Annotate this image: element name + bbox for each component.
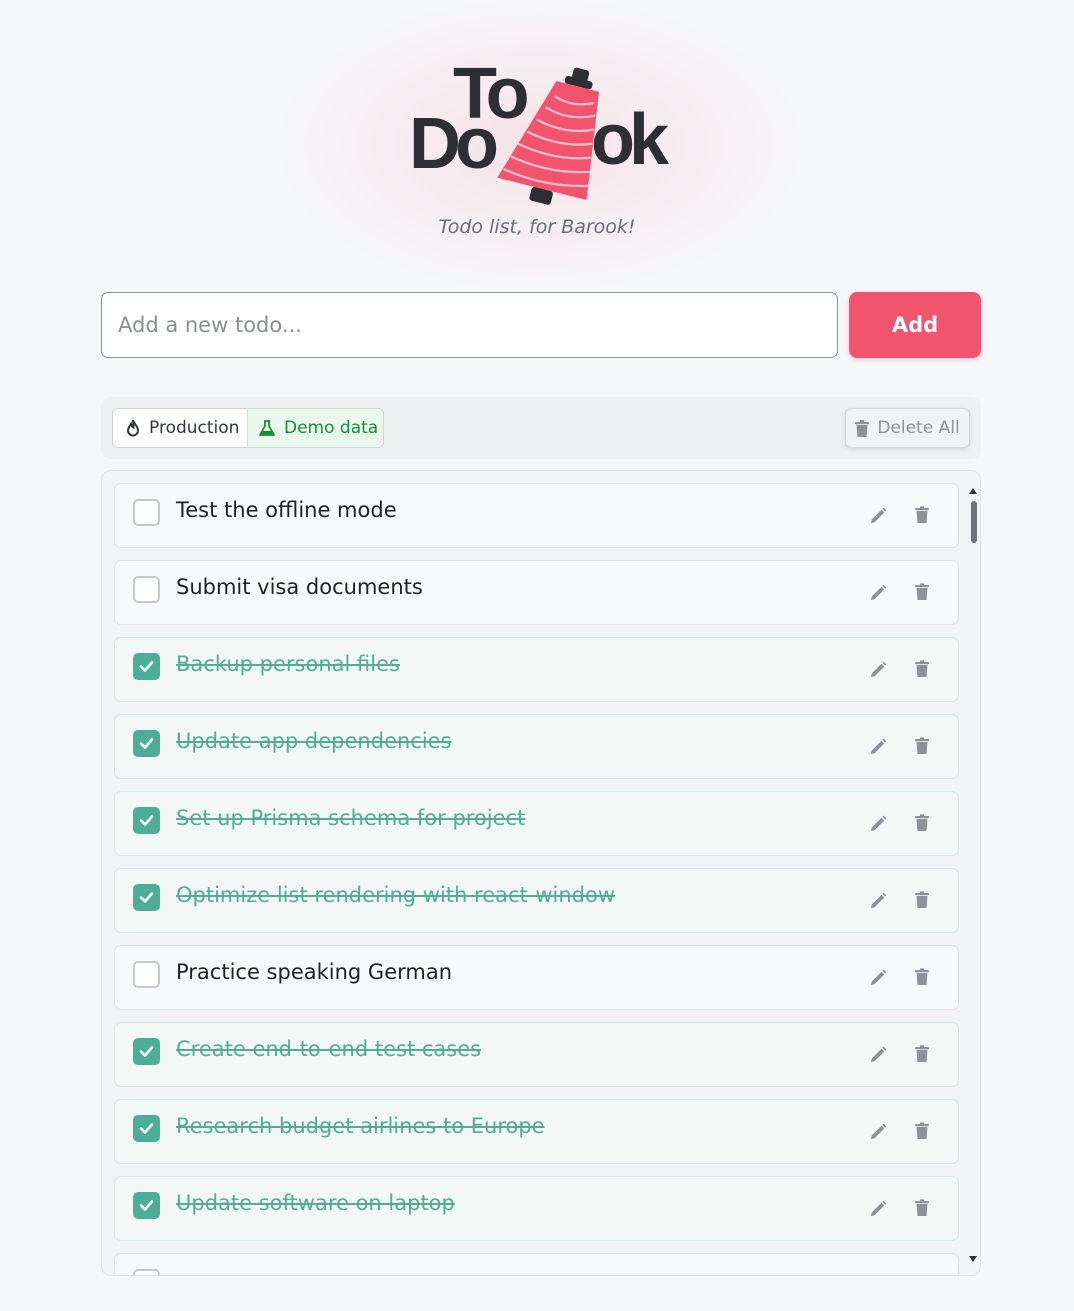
svg-text:ok: ok — [591, 100, 670, 180]
trash-icon[interactable] — [914, 814, 930, 832]
todo-item — [114, 1253, 959, 1275]
delete-all-label: Delete All — [877, 418, 960, 438]
trash-icon[interactable] — [914, 968, 930, 986]
checkmark-icon — [139, 661, 154, 672]
todo-checkbox[interactable] — [133, 961, 160, 988]
checkmark-icon — [139, 738, 154, 749]
checkmark-icon — [139, 1046, 154, 1057]
scrollbar[interactable] — [960, 471, 980, 1275]
todo-item: Practice speaking German — [114, 945, 959, 1010]
todo-item: Update software on laptop — [114, 1176, 959, 1241]
trash-icon[interactable] — [914, 506, 930, 524]
pencil-icon[interactable] — [868, 583, 888, 603]
todo-checkbox[interactable] — [133, 499, 160, 526]
todo-text[interactable]: Research budget airlines to Europe — [176, 1114, 545, 1138]
svg-text:Do: Do — [409, 104, 497, 184]
todo-item: Set up Prisma schema for project — [114, 791, 959, 856]
pencil-icon[interactable] — [868, 891, 888, 911]
pencil-icon[interactable] — [868, 968, 888, 988]
pencil-icon[interactable] — [868, 1122, 888, 1142]
todo-text[interactable]: Test the offline mode — [176, 498, 397, 522]
trash-icon[interactable] — [914, 1045, 930, 1063]
todo-text[interactable]: Submit visa documents — [176, 575, 423, 599]
demo-mode-label: Demo data — [284, 418, 379, 438]
new-todo-input[interactable] — [101, 292, 838, 358]
todo-item: Research budget airlines to Europe — [114, 1099, 959, 1164]
scroll-down-arrow-icon[interactable] — [968, 1255, 978, 1263]
trash-icon — [855, 419, 870, 437]
trash-icon[interactable] — [914, 1199, 930, 1217]
todo-item: Update app dependencies — [114, 714, 959, 779]
data-mode-toggle: Production Demo data — [112, 408, 384, 448]
pencil-icon[interactable] — [868, 506, 888, 526]
trash-icon[interactable] — [914, 660, 930, 678]
app-logo: To Do ok — [409, 54, 676, 205]
trash-icon[interactable] — [914, 737, 930, 755]
todo-item: Optimize list rendering with react-windo… — [114, 868, 959, 933]
todo-checkbox[interactable] — [133, 730, 160, 757]
flame-icon — [126, 419, 140, 437]
trash-icon[interactable] — [914, 583, 930, 601]
add-button[interactable]: Add — [849, 292, 981, 358]
todo-item: Create end-to-end test cases — [114, 1022, 959, 1087]
scroll-up-arrow-icon[interactable] — [968, 487, 978, 495]
todo-checkbox[interactable] — [133, 1192, 160, 1219]
pencil-icon[interactable] — [868, 737, 888, 757]
scrollbar-thumb[interactable] — [971, 501, 977, 543]
toolbar: Production Demo data Delete All — [101, 397, 981, 459]
pencil-icon[interactable] — [868, 660, 888, 680]
delete-all-button[interactable]: Delete All — [845, 408, 970, 448]
todo-text[interactable]: Update software on laptop — [176, 1191, 455, 1215]
todo-checkbox[interactable] — [133, 1115, 160, 1142]
todo-checkbox[interactable] — [133, 884, 160, 911]
checkmark-icon — [139, 815, 154, 826]
todo-checkbox[interactable] — [133, 807, 160, 834]
todo-list-container[interactable]: Test the offline mode Submit visa documen… — [101, 470, 981, 1276]
todo-text[interactable]: Set up Prisma schema for project — [176, 806, 525, 830]
trash-icon[interactable] — [914, 1122, 930, 1140]
todo-text[interactable]: Create end-to-end test cases — [176, 1037, 481, 1061]
checkmark-icon — [139, 1200, 154, 1211]
checkmark-icon — [139, 1123, 154, 1134]
demo-mode-button[interactable]: Demo data — [248, 409, 383, 447]
todo-checkbox[interactable] — [133, 1038, 160, 1065]
tagline: Todo list, for Barook! — [438, 216, 636, 238]
production-mode-label: Production — [149, 418, 240, 438]
pencil-icon[interactable] — [868, 1199, 888, 1219]
todo-checkbox[interactable] — [133, 576, 160, 603]
flask-icon — [259, 420, 275, 436]
todo-text[interactable]: Backup personal files — [176, 652, 400, 676]
pencil-icon[interactable] — [868, 814, 888, 834]
todo-checkbox[interactable] — [133, 1269, 160, 1275]
todo-text[interactable]: Practice speaking German — [176, 960, 452, 984]
trash-icon[interactable] — [914, 891, 930, 909]
production-mode-button[interactable]: Production — [113, 409, 248, 447]
todo-text[interactable]: Update app dependencies — [176, 729, 452, 753]
checkmark-icon — [139, 892, 154, 903]
pencil-icon[interactable] — [868, 1045, 888, 1065]
todo-item: Submit visa documents — [114, 560, 959, 625]
todo-checkbox[interactable] — [133, 653, 160, 680]
todo-text[interactable]: Optimize list rendering with react-windo… — [176, 883, 615, 907]
todo-item: Backup personal files — [114, 637, 959, 702]
todo-item: Test the offline mode — [114, 483, 959, 548]
